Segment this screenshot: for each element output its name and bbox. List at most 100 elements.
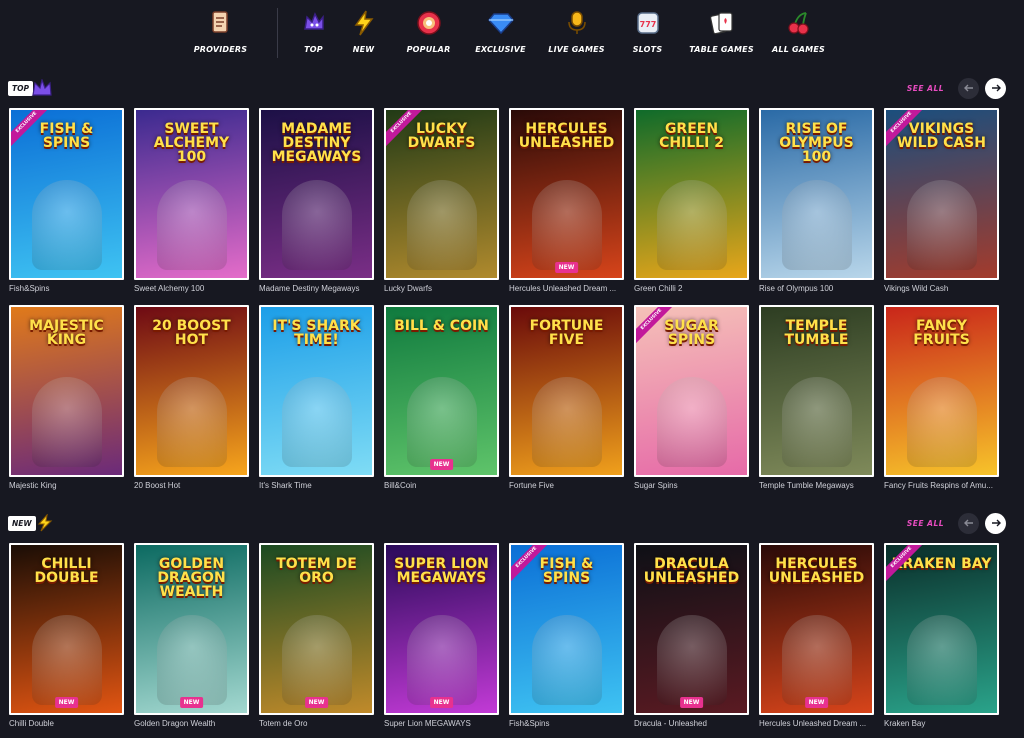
nav-all-games[interactable]: ALL GAMES [764, 8, 834, 60]
game-tile[interactable]: GOLDEN DRAGON WEALTH NEW Golden Dragon Wea… [134, 543, 249, 728]
game-thumbnail[interactable]: FISH & SPINS EXCLUSIVE [9, 108, 124, 280]
game-thumbnail[interactable]: BILL & COIN NEW [384, 305, 499, 477]
game-tile[interactable]: SUPER LION MEGAWAYS NEW Super Lion MEGAWAY… [384, 543, 499, 728]
game-tile[interactable]: BILL & COIN NEW Bill&Coin [384, 305, 499, 490]
game-title[interactable]: Fish&Spins [509, 719, 624, 728]
nav-table-games[interactable]: TABLE GAMES [680, 8, 764, 60]
game-title[interactable]: Hercules Unleashed Dream ... [509, 284, 624, 293]
game-title[interactable]: Majestic King [9, 481, 124, 490]
game-thumbnail[interactable]: HERCULES UNLEASHED NEW [759, 543, 874, 715]
game-tile[interactable]: FISH & SPINS EXCLUSIVE Fish&Spins [509, 543, 624, 728]
game-title[interactable]: Kraken Bay [884, 719, 999, 728]
game-tile[interactable]: SUGAR SPINS EXCLUSIVE Sugar Spins [634, 305, 749, 490]
game-title[interactable]: Rise of Olympus 100 [759, 284, 874, 293]
game-tile[interactable]: VIKINGS WILD CASH EXCLUSIVE Vikings Wild C… [884, 108, 999, 293]
new-next-button[interactable] [985, 512, 1006, 534]
game-artwork [781, 377, 852, 467]
game-title[interactable]: Temple Tumble Megaways [759, 481, 874, 490]
game-title[interactable]: Madame Destiny Megaways [259, 284, 374, 293]
top-see-all-link[interactable]: SEE ALL [907, 84, 944, 93]
arrow-right-icon [991, 514, 1001, 532]
nav-slots[interactable]: 777 SLOTS [616, 8, 680, 60]
game-thumbnail[interactable]: MAJESTIC KING [9, 305, 124, 477]
game-thumbnail[interactable]: SUPER LION MEGAWAYS NEW [384, 543, 499, 715]
game-thumbnail[interactable]: FANCY FRUITS [884, 305, 999, 477]
nav-new[interactable]: NEW [334, 8, 394, 60]
game-thumbnail[interactable]: GREEN CHILLI 2 [634, 108, 749, 280]
game-thumbnail[interactable]: TOTEM DE ORO NEW [259, 543, 374, 715]
new-see-all-link[interactable]: SEE ALL [907, 519, 944, 528]
new-prev-button[interactable] [958, 512, 979, 534]
game-thumbnail[interactable]: TEMPLE TUMBLE [759, 305, 874, 477]
new-badge: NEW [429, 697, 454, 708]
game-tile[interactable]: TOTEM DE ORO NEW Totem de Oro [259, 543, 374, 728]
game-thumbnail[interactable]: KRAKEN BAY EXCLUSIVE [884, 543, 999, 715]
game-tile[interactable]: HERCULES UNLEASHED NEW Hercules Unleashed … [759, 543, 874, 728]
game-title[interactable]: Fortune Five [509, 481, 624, 490]
game-artwork [156, 615, 227, 705]
game-tile[interactable]: MAJESTIC KING Majestic King [9, 305, 124, 490]
game-tile[interactable]: FORTUNE FIVE Fortune Five [509, 305, 624, 490]
game-title[interactable]: Lucky Dwarfs [384, 284, 499, 293]
game-tile[interactable]: TEMPLE TUMBLE Temple Tumble Megaways [759, 305, 874, 490]
game-thumbnail[interactable]: SUGAR SPINS EXCLUSIVE [634, 305, 749, 477]
game-title[interactable]: Vikings Wild Cash [884, 284, 999, 293]
game-thumbnail[interactable]: DRACULA UNLEASHED NEW [634, 543, 749, 715]
game-title[interactable]: Green Chilli 2 [634, 284, 749, 293]
game-thumbnail[interactable]: VIKINGS WILD CASH EXCLUSIVE [884, 108, 999, 280]
game-tile[interactable]: RISE OF OLYMPUS 100 Rise of Olympus 100 [759, 108, 874, 293]
game-tile[interactable]: MADAME DESTINY MEGAWAYS Madame Destiny Me… [259, 108, 374, 293]
game-artwork [656, 615, 727, 705]
game-logo-text: MADAME DESTINY MEGAWAYS [271, 121, 362, 165]
game-title[interactable]: Fancy Fruits Respins of Amu... [884, 481, 999, 490]
nav-exclusive[interactable]: EXCLUSIVE [464, 8, 538, 60]
game-thumbnail[interactable]: SWEET ALCHEMY 100 [134, 108, 249, 280]
game-tile[interactable]: DRACULA UNLEASHED NEW Dracula - Unleashed [634, 543, 749, 728]
top-next-button[interactable] [985, 77, 1006, 99]
game-artwork [531, 180, 602, 270]
game-title[interactable]: Hercules Unleashed Dream ... [759, 719, 874, 728]
game-tile[interactable]: KRAKEN BAY EXCLUSIVE Kraken Bay [884, 543, 999, 728]
game-title[interactable]: Dracula - Unleashed [634, 719, 749, 728]
game-thumbnail[interactable]: GOLDEN DRAGON WEALTH NEW [134, 543, 249, 715]
new-badge: NEW [304, 697, 329, 708]
top-prev-button[interactable] [958, 77, 979, 99]
donut-icon [414, 8, 444, 38]
game-tile[interactable]: GREEN CHILLI 2 Green Chilli 2 [634, 108, 749, 293]
game-title[interactable]: Golden Dragon Wealth [134, 719, 249, 728]
game-title[interactable]: 20 Boost Hot [134, 481, 249, 490]
game-tile[interactable]: FISH & SPINS EXCLUSIVE Fish&Spins [9, 108, 124, 293]
svg-text:777: 777 [639, 20, 656, 29]
game-title[interactable]: Bill&Coin [384, 481, 499, 490]
game-thumbnail[interactable]: CHILLI DOUBLE NEW [9, 543, 124, 715]
game-tile[interactable]: 20 BOOST HOT 20 Boost Hot [134, 305, 249, 490]
game-artwork [406, 615, 477, 705]
game-tile[interactable]: LUCKY DWARFS EXCLUSIVE Lucky Dwarfs [384, 108, 499, 293]
nav-providers[interactable]: PROVIDERS [191, 8, 251, 60]
game-title[interactable]: Totem de Oro [259, 719, 374, 728]
game-tile[interactable]: CHILLI DOUBLE NEW Chilli Double [9, 543, 124, 728]
game-logo-text: GREEN CHILLI 2 [659, 121, 724, 151]
nav-popular[interactable]: POPULAR [394, 8, 464, 60]
game-thumbnail[interactable]: HERCULES UNLEASHED NEW [509, 108, 624, 280]
game-title[interactable]: It's Shark Time [259, 481, 374, 490]
game-tile[interactable]: HERCULES UNLEASHED NEW Hercules Unleashed … [509, 108, 624, 293]
game-tile[interactable]: IT'S SHARK TIME! It's Shark Time [259, 305, 374, 490]
nav-top[interactable]: TOP [294, 8, 334, 60]
game-thumbnail[interactable]: LUCKY DWARFS EXCLUSIVE [384, 108, 499, 280]
game-tile[interactable]: FANCY FRUITS Fancy Fruits Respins of Amu.… [884, 305, 999, 490]
game-thumbnail[interactable]: 20 BOOST HOT [134, 305, 249, 477]
game-title[interactable]: Fish&Spins [9, 284, 124, 293]
game-title[interactable]: Chilli Double [9, 719, 124, 728]
game-artwork [906, 180, 977, 270]
game-thumbnail[interactable]: IT'S SHARK TIME! [259, 305, 374, 477]
game-title[interactable]: Sweet Alchemy 100 [134, 284, 249, 293]
game-title[interactable]: Sugar Spins [634, 481, 749, 490]
game-tile[interactable]: SWEET ALCHEMY 100 Sweet Alchemy 100 [134, 108, 249, 293]
game-thumbnail[interactable]: RISE OF OLYMPUS 100 [759, 108, 874, 280]
nav-live-games[interactable]: LIVE GAMES [538, 8, 616, 60]
game-title[interactable]: Super Lion MEGAWAYS [384, 719, 499, 728]
game-thumbnail[interactable]: MADAME DESTINY MEGAWAYS [259, 108, 374, 280]
game-thumbnail[interactable]: FISH & SPINS EXCLUSIVE [509, 543, 624, 715]
game-thumbnail[interactable]: FORTUNE FIVE [509, 305, 624, 477]
